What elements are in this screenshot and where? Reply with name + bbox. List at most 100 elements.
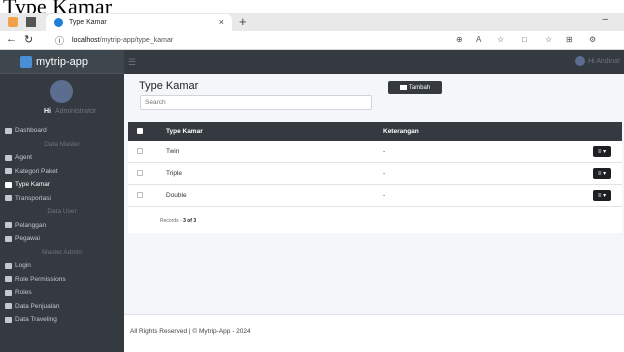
brand[interactable]: mytrip-app xyxy=(0,50,124,74)
footer: All Rights Reserved | © Mytrip-App - 202… xyxy=(124,314,624,352)
page-title: Type Kamar xyxy=(139,80,199,92)
select-all-checkbox[interactable] xyxy=(137,128,143,134)
sidebar-item-label: Pelanggan xyxy=(15,221,47,229)
sidebar-item-label: Role Permissions xyxy=(15,275,66,283)
row-action-dropdown[interactable]: ≡ ▾ xyxy=(593,190,611,201)
sidebar-item-label: Agent xyxy=(15,154,32,162)
split-screen-icon[interactable]: □ xyxy=(522,35,527,44)
table-header: Type Kamar Keterangan xyxy=(128,122,622,141)
user-role: Administrator xyxy=(55,108,97,115)
top-user-name: Hi Andina! xyxy=(588,57,620,65)
sidebar-item-icon xyxy=(5,316,12,323)
tab-actions-icon[interactable] xyxy=(26,17,36,27)
records-value: 3 of 3 xyxy=(183,218,197,224)
user-greeting-text: Hi xyxy=(44,108,51,115)
sidebar-item-type-kamar[interactable]: Type Kamar xyxy=(0,178,124,192)
sidebar-item-dashboard[interactable]: Dashboard xyxy=(0,124,124,138)
sidebar-item-label: Data Traveling xyxy=(15,316,57,324)
sidebar-item-icon xyxy=(5,222,12,229)
search-input[interactable] xyxy=(140,95,372,110)
sidebar-item-data-penjualan[interactable]: Data Penjualan xyxy=(0,300,124,314)
url-field[interactable]: localhost/mytrip-app/type_kamar xyxy=(72,34,544,47)
row-action-dropdown[interactable]: ≡ ▾ xyxy=(593,146,611,157)
browser-tab-bar: Type Kamar × + – xyxy=(0,13,624,31)
favorite-star-icon[interactable]: ☆ xyxy=(497,35,504,44)
refresh-icon[interactable]: ↻ xyxy=(24,33,33,46)
zoom-icon[interactable]: ⊕ xyxy=(456,35,463,44)
table-row[interactable]: Twin - ≡ ▾ xyxy=(128,141,622,163)
collections-icon[interactable]: ⊞ xyxy=(566,35,573,44)
table-row[interactable]: Triple - ≡ ▾ xyxy=(128,163,622,185)
avatar xyxy=(50,80,73,103)
site-info-icon[interactable]: ⓘ xyxy=(55,34,64,47)
document-title: Type Kamar xyxy=(3,0,113,14)
sidebar-section-header: Data User xyxy=(47,208,77,216)
sidebar-item-icon xyxy=(5,181,12,188)
menu-toggle-icon[interactable]: ☰ xyxy=(128,57,136,68)
window-minimize-button[interactable]: – xyxy=(602,14,608,25)
cell-type-kamar: Double xyxy=(166,192,187,199)
user-avatar-icon xyxy=(575,56,586,66)
sidebar-item-icon xyxy=(5,168,12,175)
sidebar-item-pelanggan[interactable]: Pelanggan xyxy=(0,219,124,233)
url-host: localhost xyxy=(72,37,100,44)
tab-close-icon[interactable]: × xyxy=(219,17,224,27)
sidebar-item-data-traveling[interactable]: Data Traveling xyxy=(0,313,124,327)
row-action-dropdown[interactable]: ≡ ▾ xyxy=(593,168,611,179)
sidebar-section-header: Master Admin xyxy=(42,248,82,256)
sidebar-item-icon xyxy=(5,154,12,161)
column-header[interactable]: Keterangan xyxy=(383,128,419,135)
sidebar-item-label: Login xyxy=(15,262,31,270)
sidebar-item-icon xyxy=(5,235,12,242)
cell-keterangan: - xyxy=(383,170,386,177)
records-label: Records - xyxy=(160,218,184,224)
user-panel: Hi Administrator xyxy=(0,74,124,124)
user-greeting: Hi Administrator xyxy=(44,108,96,115)
brand-name: mytrip-app xyxy=(36,55,88,68)
browser-tab[interactable]: Type Kamar × xyxy=(46,14,232,31)
column-header[interactable]: Type Kamar xyxy=(166,128,203,135)
user-menu[interactable]: Hi Andina! xyxy=(575,56,620,66)
row-checkbox[interactable] xyxy=(137,192,143,198)
browser-profile-icon[interactable] xyxy=(8,17,18,27)
sidebar-item-icon xyxy=(5,262,12,269)
sidebar-item-login[interactable]: Login xyxy=(0,259,124,273)
new-tab-button[interactable]: + xyxy=(239,14,247,29)
favorites-icon[interactable]: ☆ xyxy=(545,35,552,44)
back-arrow-icon[interactable]: ← xyxy=(6,33,17,45)
sidebar-item-label: Pegawai xyxy=(15,235,40,243)
row-checkbox[interactable] xyxy=(137,148,143,154)
sidebar-item-agent[interactable]: Agent xyxy=(0,151,124,165)
add-button[interactable]: Tambah xyxy=(388,81,442,94)
sidebar-section-header: Data Master xyxy=(44,140,80,148)
sidebar: mytrip-app Hi Administrator Dashboard Data… xyxy=(0,50,124,352)
bed-icon xyxy=(399,85,407,90)
sidebar-item-icon xyxy=(5,303,12,310)
top-navbar: ☰ Hi Andina! xyxy=(124,50,624,74)
sidebar-item-kategori-paket[interactable]: Kategori Paket xyxy=(0,165,124,179)
sidebar-item-role-permissions[interactable]: Role Permissions xyxy=(0,273,124,287)
cell-type-kamar: Twin xyxy=(166,148,180,155)
sidebar-item-icon xyxy=(5,127,12,134)
cell-keterangan: - xyxy=(383,148,386,155)
extensions-icon[interactable]: ⚙ xyxy=(589,35,596,44)
sidebar-item-label: Kategori Paket xyxy=(15,167,58,175)
sidebar-item-roles[interactable]: Roles xyxy=(0,286,124,300)
url-path: /mytrip-app/type_kamar xyxy=(99,37,174,44)
sidebar-nav: Dashboard Data Master Agent Kategori Paket T… xyxy=(0,124,124,327)
address-bar: ← ↻ ⓘ localhost/mytrip-app/type_kamar ⊕ … xyxy=(0,31,624,50)
sidebar-item-pegawai[interactable]: Pegawai xyxy=(0,232,124,246)
sidebar-item-icon xyxy=(5,289,12,296)
sidebar-item-label: Transportasi xyxy=(15,194,51,202)
data-table: Type Kamar Keterangan Twin - ≡ ▾ Triple … xyxy=(128,122,622,233)
row-checkbox[interactable] xyxy=(137,170,143,176)
read-aloud-icon[interactable]: A xyxy=(476,35,481,44)
sidebar-item-label: Dashboard xyxy=(15,127,47,135)
sidebar-item-transportasi[interactable]: Transportasi xyxy=(0,192,124,206)
sidebar-item-icon xyxy=(5,195,12,202)
sidebar-item-label: Type Kamar xyxy=(15,181,51,189)
brand-logo-icon xyxy=(20,55,32,68)
sidebar-item-label: Roles xyxy=(15,289,32,297)
cell-type-kamar: Triple xyxy=(166,170,183,177)
table-row[interactable]: Double - ≡ ▾ xyxy=(128,185,622,207)
